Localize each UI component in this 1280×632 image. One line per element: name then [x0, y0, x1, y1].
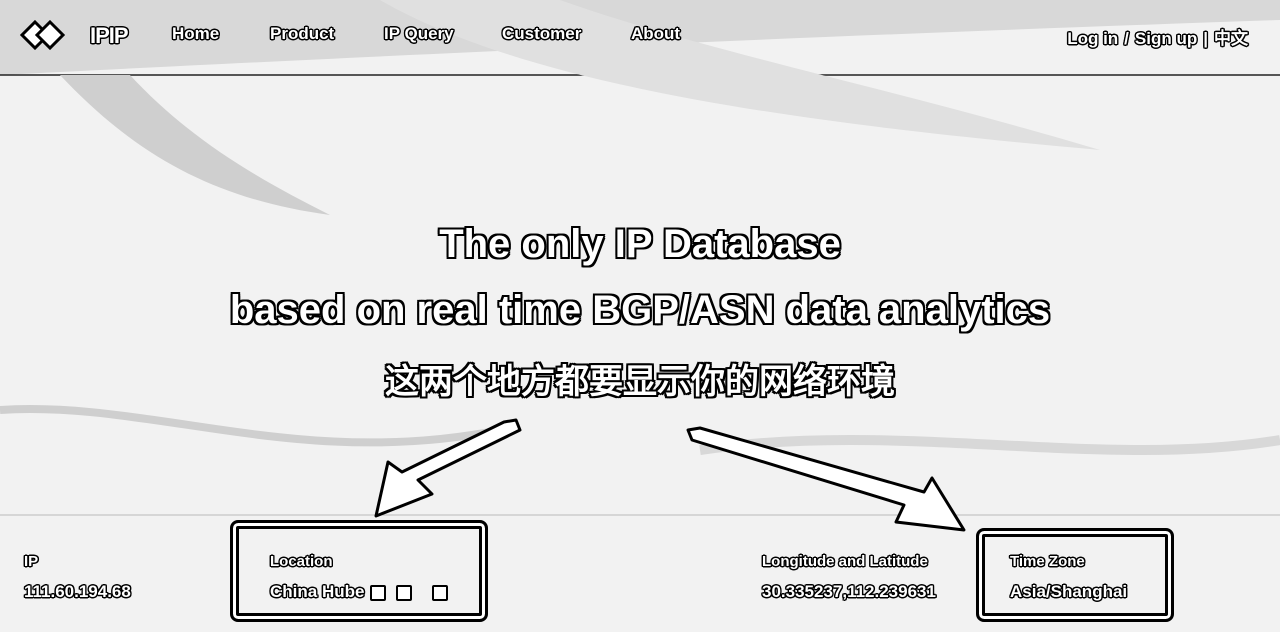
- arrow-to-timezone-icon: [686, 426, 966, 532]
- location-label: Location: [270, 553, 333, 570]
- coords-value: 30.335237,112.239631: [762, 582, 936, 601]
- timezone-label: Time Zone: [1010, 553, 1085, 570]
- timezone-info: Time Zone Asia/Shanghai: [1010, 553, 1127, 602]
- ip-value: 111.60.194.68: [24, 582, 131, 601]
- timezone-value: Asia/Shanghai: [1010, 582, 1128, 601]
- location-text: China Hube: [270, 582, 365, 601]
- coords-info: Longitude and Latitude 30.335237,112.239…: [762, 553, 936, 602]
- arrow-to-location-icon: [374, 418, 522, 518]
- missing-glyph-icon: [370, 584, 387, 601]
- ip-label: IP: [24, 553, 39, 570]
- coords-label: Longitude and Latitude: [762, 553, 928, 570]
- missing-glyph-icon: [432, 584, 449, 601]
- location-value: China Hube: [270, 582, 449, 602]
- missing-glyph-icon: [396, 584, 413, 601]
- ip-info: IP 111.60.194.68: [24, 553, 131, 602]
- location-info: Location China Hube: [270, 553, 449, 602]
